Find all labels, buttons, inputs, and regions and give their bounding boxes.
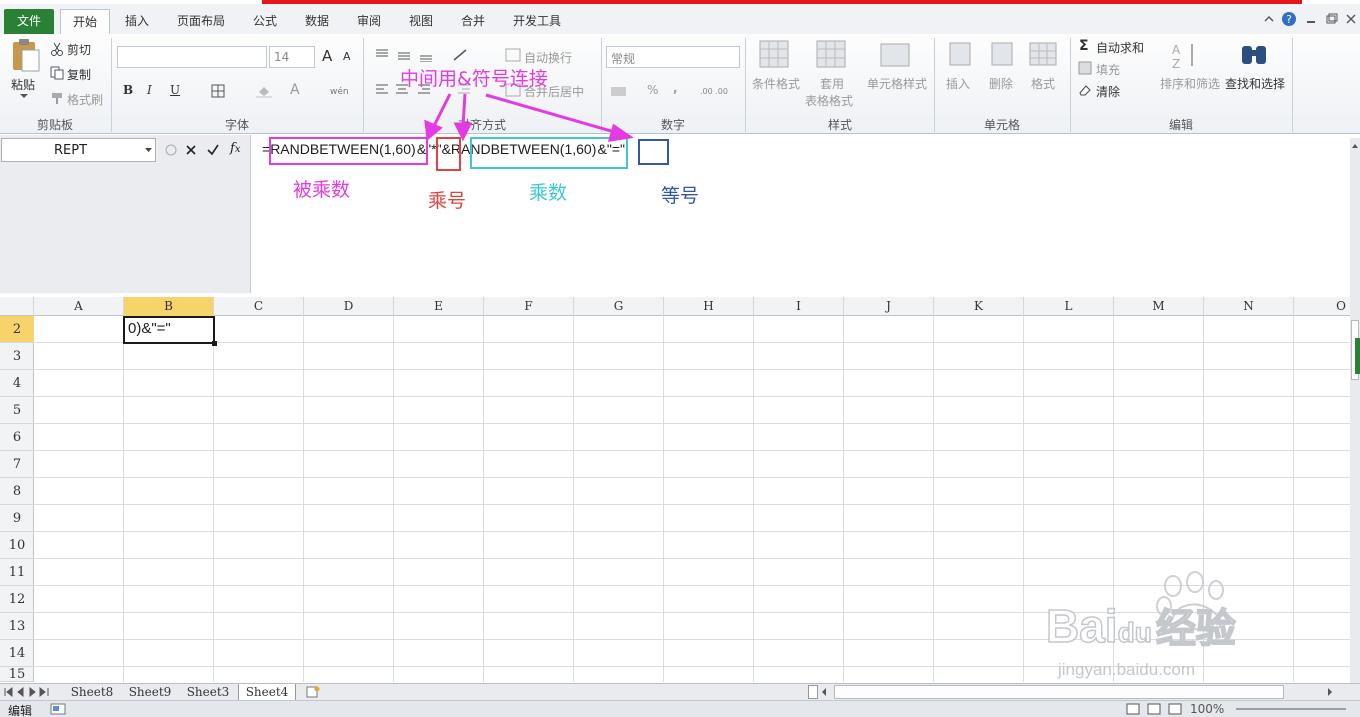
- annotation-multiplier: 乘数: [529, 182, 568, 204]
- fill-handle[interactable]: [212, 341, 217, 346]
- row-header[interactable]: 5: [0, 397, 34, 424]
- macro-record-icon[interactable]: [50, 703, 66, 715]
- column-header[interactable]: K: [934, 297, 1024, 316]
- sheet-tab-active[interactable]: Sheet4: [238, 684, 296, 700]
- column-header[interactable]: A: [34, 297, 124, 316]
- row-header[interactable]: 10: [0, 532, 34, 559]
- row-header[interactable]: 14: [0, 640, 34, 667]
- status-mode: 编辑: [8, 704, 33, 717]
- row-header[interactable]: 11: [0, 559, 34, 586]
- hscroll-split-handle[interactable]: [808, 685, 818, 699]
- annotation-multiplicand: 被乘数: [293, 179, 351, 201]
- watermark-url: jingyan.baidu.com: [1058, 660, 1196, 679]
- horizontal-scroll-thumb[interactable]: [834, 685, 1284, 699]
- view-mode-icons[interactable]: [1126, 703, 1186, 715]
- row-header[interactable]: 4: [0, 370, 34, 397]
- row-header[interactable]: 7: [0, 451, 34, 478]
- sheet-nav-icons[interactable]: [4, 687, 56, 697]
- row-header[interactable]: 12: [0, 586, 34, 613]
- scroll-left-icon[interactable]: [820, 687, 828, 697]
- row-header[interactable]: 3: [0, 343, 34, 370]
- annotation-title: 中间用&符号连接: [400, 68, 548, 90]
- watermark-brand-suffix: du: [1117, 616, 1153, 649]
- sheet-tab[interactable]: Sheet9: [122, 684, 178, 700]
- column-headers: A B C D E F G H I J K L M N O: [0, 297, 1350, 316]
- column-header[interactable]: E: [394, 297, 484, 316]
- column-header[interactable]: C: [214, 297, 304, 316]
- scroll-right-icon[interactable]: [1326, 687, 1334, 697]
- column-header[interactable]: L: [1024, 297, 1114, 316]
- watermark-cn: 经验: [1155, 606, 1237, 652]
- row-header[interactable]: 13: [0, 613, 34, 640]
- sheet-tab[interactable]: Sheet3: [180, 684, 236, 700]
- annotation-equals: 等号: [661, 185, 700, 207]
- sheet-tab[interactable]: Sheet8: [64, 684, 120, 700]
- row-headers: 2 3 4 5 6 7 8 9 10 11 12 13 14 15: [0, 316, 34, 682]
- column-header[interactable]: H: [664, 297, 754, 316]
- row-header[interactable]: 9: [0, 505, 34, 532]
- column-header[interactable]: G: [574, 297, 664, 316]
- row-header[interactable]: 15: [0, 667, 34, 682]
- column-header[interactable]: N: [1204, 297, 1294, 316]
- vertical-scrollbar[interactable]: [1350, 138, 1360, 683]
- excel-window: 文件 开始 插入 页面布局 公式 数据 审阅 视图 合并 开发工具 ? 粘贴 剪…: [0, 0, 1360, 717]
- zoom-slider[interactable]: [1236, 708, 1346, 710]
- column-header[interactable]: M: [1114, 297, 1204, 316]
- sheet-tab-bar: Sheet8 Sheet9 Sheet3 Sheet4: [0, 683, 1360, 700]
- row-header[interactable]: 8: [0, 478, 34, 505]
- scroll-up-icon[interactable]: [1351, 142, 1359, 150]
- watermark-brand: Bai: [1045, 599, 1118, 653]
- column-header[interactable]: O: [1294, 297, 1350, 316]
- column-header-active[interactable]: B: [124, 297, 214, 316]
- watermark-text: Baidu 经验: [1045, 596, 1237, 654]
- annotation-arrows: [424, 93, 634, 142]
- active-cell-text: 0)&"=": [128, 320, 171, 337]
- select-all-corner[interactable]: [0, 297, 34, 316]
- zoom-level[interactable]: 100%: [1190, 702, 1224, 716]
- row-header[interactable]: 6: [0, 424, 34, 451]
- annotation-times: 乘号: [428, 190, 467, 212]
- column-header[interactable]: J: [844, 297, 934, 316]
- column-header[interactable]: D: [304, 297, 394, 316]
- column-header[interactable]: I: [754, 297, 844, 316]
- insert-sheet-icon[interactable]: [305, 685, 321, 699]
- active-cell-b2[interactable]: 0)&"=": [123, 316, 217, 346]
- column-header[interactable]: F: [484, 297, 574, 316]
- scroll-indicator: [1355, 338, 1360, 374]
- row-header-active[interactable]: 2: [0, 316, 34, 343]
- status-bar: 编辑 100%: [0, 700, 1360, 717]
